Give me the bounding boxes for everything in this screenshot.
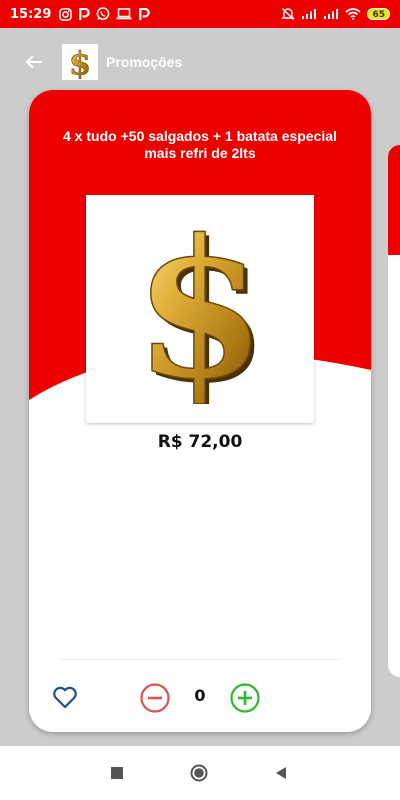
divider <box>59 659 341 660</box>
signal-icon <box>323 7 339 21</box>
product-title: 4 x tudo +50 salgados + 1 batata especia… <box>63 128 337 161</box>
status-time: 15:29 <box>10 6 52 22</box>
battery-icon: 65 <box>367 8 390 20</box>
status-bar: 15:29 65 <box>0 0 400 28</box>
navigation-bar <box>0 746 400 800</box>
dollar-sign-image: $ $ <box>86 195 314 423</box>
recent-apps-icon[interactable] <box>108 764 126 782</box>
product-card: 4 x tudo +50 salgados + 1 batata especia… <box>29 90 371 732</box>
heart-icon[interactable] <box>51 683 79 711</box>
laptop-icon <box>116 7 132 21</box>
arrow-left-icon[interactable] <box>16 44 52 80</box>
wifi-icon <box>345 7 361 21</box>
whatsapp-icon <box>96 7 110 21</box>
app-header: $ Promoções <box>0 28 400 96</box>
page-title: Promoções <box>106 54 183 70</box>
quantity-value: 0 <box>194 686 206 705</box>
mute-icon <box>281 7 296 21</box>
p-app-icon <box>138 7 151 21</box>
back-icon[interactable] <box>272 764 290 782</box>
product-price: R$ 72,00 <box>157 432 243 452</box>
next-product-card[interactable] <box>388 145 400 677</box>
signal-icon <box>301 7 317 21</box>
plus-circle-icon[interactable] <box>229 682 261 714</box>
svg-text:$: $ <box>69 45 91 79</box>
svg-text:$: $ <box>134 214 266 404</box>
dollar-sign-logo: $ <box>62 44 98 80</box>
minus-circle-icon[interactable] <box>139 682 171 714</box>
instagram-icon <box>59 7 73 21</box>
home-icon[interactable] <box>190 764 208 782</box>
p-app-icon <box>78 7 91 21</box>
